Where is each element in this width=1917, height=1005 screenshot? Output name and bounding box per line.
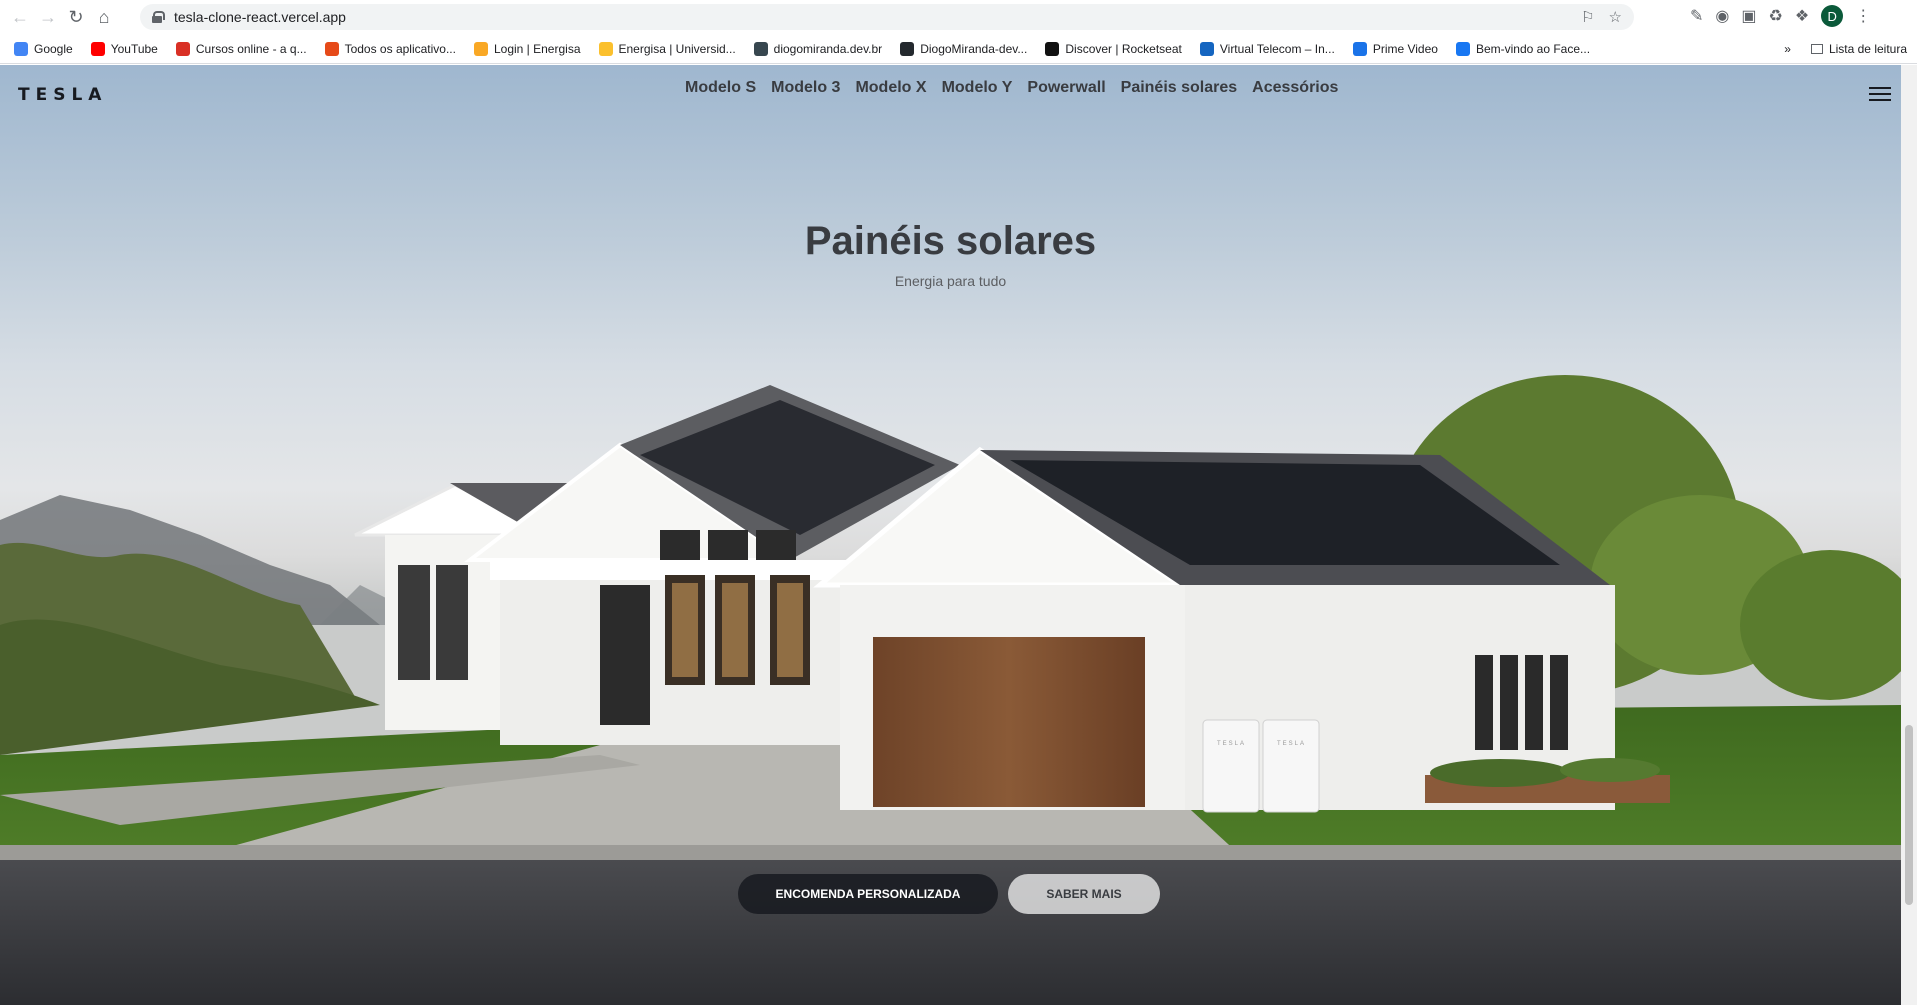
reload-icon[interactable]: ↻ <box>62 3 90 31</box>
bookmark-label: Cursos online - a q... <box>195 41 307 56</box>
home-icon[interactable]: ⌂ <box>90 3 118 31</box>
site-header: TESLA Modelo S Modelo 3 Modelo X Modelo Y Po… <box>0 65 1901 117</box>
bookmark-favicon-icon <box>90 41 105 56</box>
menu-item[interactable]: Modelo S <box>685 79 756 97</box>
tesla-logo[interactable]: TESLA <box>18 85 107 105</box>
bookmark-favicon-icon <box>900 41 915 56</box>
extension-recycle-icon[interactable]: ♻ <box>1769 6 1783 26</box>
menu-item[interactable]: Modelo X <box>855 79 926 97</box>
extensions-puzzle-icon[interactable]: ❖ <box>1795 6 1809 26</box>
translate-icon[interactable]: ⚐ <box>1581 8 1594 26</box>
bookmark-favicon-icon <box>1455 41 1470 56</box>
bookmark-label: Login | Energisa <box>493 41 581 56</box>
profile-avatar[interactable]: D <box>1821 5 1844 27</box>
menu-item[interactable]: Painéis solares <box>1121 79 1238 97</box>
reading-list-label: Lista de leitura <box>1828 42 1907 56</box>
hero-title: Painéis solares <box>804 219 1097 263</box>
hero-subtitle: Energia para tudo <box>894 273 1007 289</box>
url-text[interactable]: tesla-clone-react.vercel.app <box>174 9 346 25</box>
more-bookmarks-icon[interactable]: » <box>1784 42 1791 56</box>
bookmark-item[interactable]: Prime Video <box>1352 41 1438 56</box>
bookmark-favicon-icon <box>1352 41 1367 56</box>
bookmark-label: Discover | Rocketseat <box>1065 41 1182 56</box>
star-icon[interactable]: ☆ <box>1609 8 1622 26</box>
back-icon[interactable]: ← <box>6 3 34 31</box>
bookmark-favicon-icon <box>324 41 339 56</box>
powerwall-label-1: TESLA <box>1217 741 1247 747</box>
scrollbar-thumb[interactable] <box>1905 725 1913 905</box>
lock-icon[interactable] <box>152 11 165 23</box>
bookmark-item[interactable]: diogomiranda.dev.br <box>753 41 883 56</box>
menu-item[interactable]: Modelo Y <box>942 79 1013 97</box>
reading-list-icon <box>1810 44 1823 54</box>
address-bar[interactable]: tesla-clone-react.vercel.app ⚐ ☆ <box>140 4 1634 30</box>
bookmark-favicon-icon <box>1045 41 1060 56</box>
bookmark-favicon-icon <box>473 41 488 56</box>
bookmark-label: Energisa | Universid... <box>618 41 736 56</box>
learn-more-button[interactable]: Saber mais <box>1008 874 1160 914</box>
bookmark-label: Prime Video <box>1372 41 1438 56</box>
powerwall-label-2: TESLA <box>1277 741 1307 747</box>
bookmark-favicon-icon <box>14 41 28 56</box>
bookmark-item[interactable]: Virtual Telecom – In... <box>1199 41 1335 56</box>
extensions-area: ✎ ◉ ▣ ♻ ❖ D ⋮ <box>1690 5 1871 27</box>
bookmark-item[interactable]: Login | Energisa <box>473 41 581 56</box>
bookmark-favicon-icon <box>1199 41 1214 56</box>
bookmark-item[interactable]: Bem-vindo ao Face... <box>1455 41 1591 56</box>
hamburger-menu-icon[interactable] <box>1869 87 1891 101</box>
hero-buttons: Encomenda personalizada Saber mais <box>738 874 1160 914</box>
bookmark-item[interactable]: Energisa | Universid... <box>598 41 736 56</box>
page-viewport: TESLA TESLA TESLA Modelo S Modelo 3 Modelo… <box>0 65 1901 1005</box>
bookmark-favicon-icon <box>753 41 768 56</box>
bookmark-label: DiogoMiranda-dev... <box>920 41 1028 56</box>
main-menu: Modelo S Modelo 3 Modelo X Modelo Y Powerwal… <box>685 79 1338 97</box>
bookmarks-bar: Google YouTube Cursos online - a q... Todos… <box>0 34 1917 64</box>
bookmark-label: Google <box>34 41 73 56</box>
kebab-menu-icon[interactable]: ⋮ <box>1855 6 1871 26</box>
bookmark-label: diogomiranda.dev.br <box>773 41 883 56</box>
bookmark-item[interactable]: Google <box>14 41 73 56</box>
bookmark-item[interactable]: Discover | Rocketseat <box>1045 41 1182 56</box>
browser-toolbar: ← → ↻ ⌂ tesla-clone-react.vercel.app ⚐ ☆… <box>0 0 1917 34</box>
bookmark-label: YouTube <box>110 41 158 56</box>
bookmark-favicon-icon <box>175 41 190 56</box>
reading-list-button[interactable]: Lista de leitura <box>1810 42 1907 56</box>
menu-item[interactable]: Modelo 3 <box>771 79 840 97</box>
bookmark-item[interactable]: Todos os aplicativo... <box>324 41 456 56</box>
bookmark-label: Todos os aplicativo... <box>344 41 456 56</box>
bookmark-label: Virtual Telecom – In... <box>1219 41 1335 56</box>
bookmark-item[interactable]: DiogoMiranda-dev... <box>900 41 1028 56</box>
custom-order-button[interactable]: Encomenda personalizada <box>738 874 998 914</box>
bookmark-label: Bem-vindo ao Face... <box>1475 41 1591 56</box>
solar-house-hero-image <box>0 375 1901 1005</box>
extension-pen-icon[interactable]: ✎ <box>1690 6 1703 26</box>
bookmark-favicon-icon <box>598 41 613 56</box>
menu-item[interactable]: Powerwall <box>1027 79 1105 97</box>
extension-camera-icon[interactable]: ▣ <box>1741 6 1756 26</box>
page-scrollbar[interactable] <box>1901 65 1917 1005</box>
bookmark-item[interactable]: YouTube <box>90 41 158 56</box>
forward-icon[interactable]: → <box>34 3 62 31</box>
extension-globe-icon[interactable]: ◉ <box>1715 6 1729 26</box>
bookmark-item[interactable]: Cursos online - a q... <box>175 41 307 56</box>
menu-item[interactable]: Acessórios <box>1252 79 1338 97</box>
